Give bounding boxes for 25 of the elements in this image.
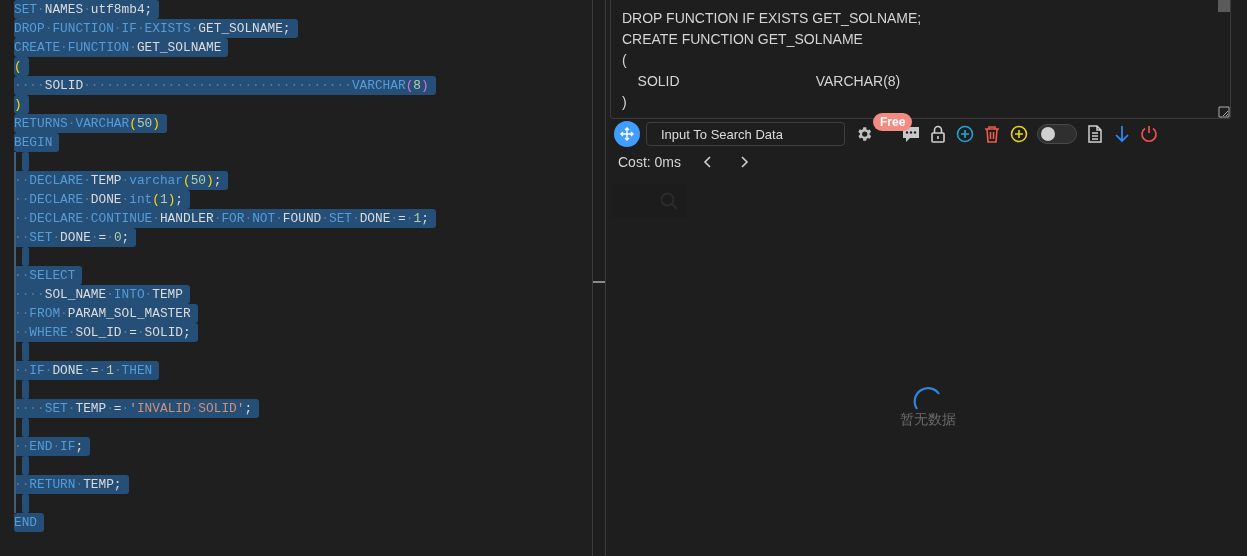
scrollbar-thumb[interactable]: [1218, 0, 1230, 12]
move-icon: [620, 127, 634, 141]
download-arrow-icon[interactable]: [1113, 125, 1131, 143]
document-icon[interactable]: [1086, 125, 1104, 143]
sql-text-line: (: [622, 52, 627, 68]
sql-text-line: CREATE FUNCTION GET_SOLNAME: [622, 31, 863, 47]
power-icon[interactable]: [1140, 125, 1158, 143]
comment-icon[interactable]: [902, 125, 920, 143]
splitter-handle[interactable]: [593, 281, 605, 283]
next-icon[interactable]: [739, 156, 749, 168]
toggle-switch[interactable]: [1037, 124, 1077, 144]
add-circle-icon[interactable]: [956, 125, 974, 143]
sql-text-line: ): [622, 94, 627, 110]
empty-message: 暂无数据: [899, 410, 956, 429]
search-field[interactable]: Input To Search Data: [646, 122, 845, 146]
add-circle-icon[interactable]: [1010, 125, 1028, 143]
previous-icon[interactable]: [703, 156, 713, 168]
move-button[interactable]: [614, 121, 640, 147]
resize-handle-icon[interactable]: [1218, 106, 1230, 118]
cost-label: Cost: 0ms: [618, 152, 681, 172]
trash-icon[interactable]: [983, 125, 1001, 143]
lock-icon[interactable]: [929, 125, 947, 143]
sql-text-line: SOLID VARCHAR(8): [636, 73, 901, 89]
free-badge: Free: [873, 113, 913, 131]
sql-text-line: DROP FUNCTION IF EXISTS GET_SOLNAME;: [622, 10, 922, 26]
